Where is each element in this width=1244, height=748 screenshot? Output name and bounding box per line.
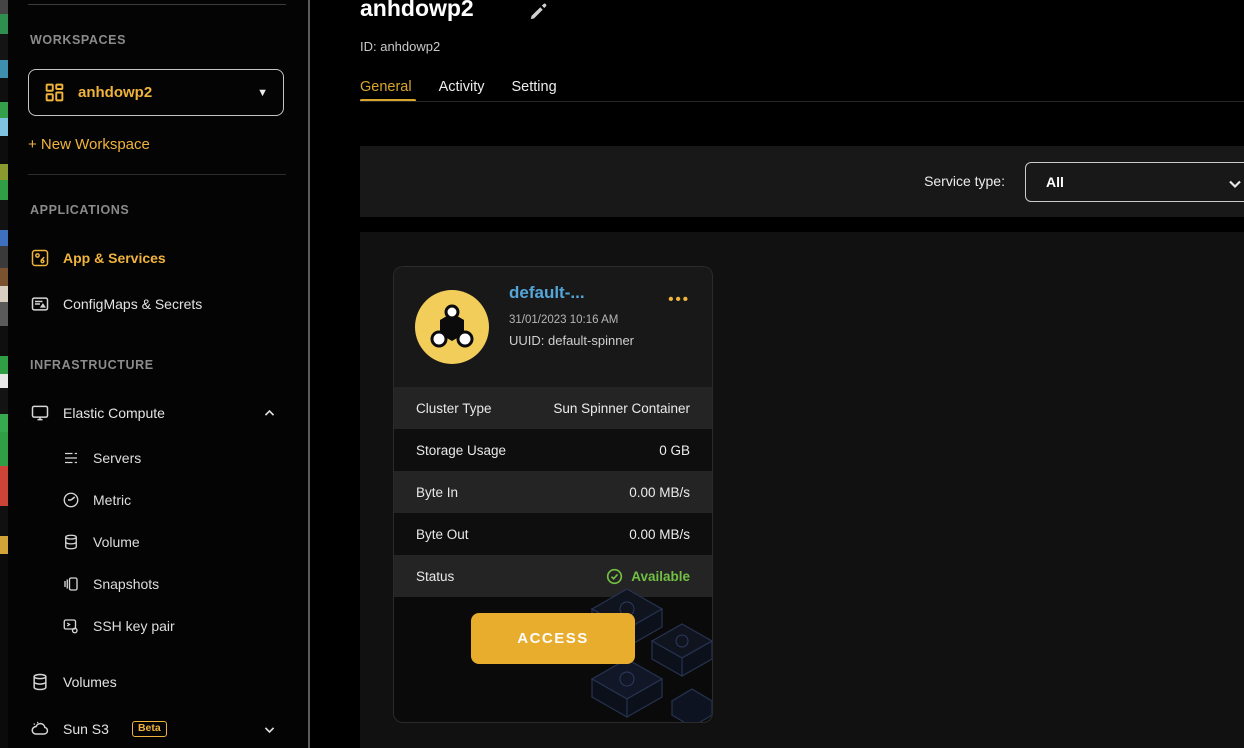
ssh-key-icon (63, 619, 78, 634)
sidebar-item-ssh-key-pair[interactable]: SSH key pair (62, 614, 288, 638)
row-value: 0 GB (659, 442, 690, 458)
edit-icon[interactable] (528, 1, 549, 22)
sidebar-item-label: Sun S3 (63, 721, 109, 737)
sidebar-item-label: App & Services (63, 250, 166, 266)
tab-activity[interactable]: Activity (439, 79, 485, 95)
row-label: Byte In (416, 484, 459, 500)
sidebar-divider (28, 174, 286, 175)
sidebar-item-volumes[interactable]: Volumes (30, 670, 288, 694)
sidebar-item-label: SSH key pair (93, 618, 175, 634)
sidebar-item-label: Snapshots (93, 576, 160, 592)
tab-bar-border (360, 101, 1244, 102)
service-name-link[interactable]: default-... (509, 283, 585, 303)
new-workspace-button[interactable]: + New Workspace (28, 136, 150, 153)
monitor-icon (31, 405, 49, 421)
row-label: Storage Usage (416, 442, 507, 458)
services-panel: default-... 31/01/2023 10:16 AM UUID: de… (360, 232, 1244, 748)
left-strip (0, 0, 8, 748)
sidebar-item-elastic-compute[interactable]: Elastic Compute (30, 401, 288, 425)
snapshots-icon (64, 577, 78, 591)
access-button[interactable]: ACCESS (471, 613, 635, 664)
workspace-name: anhdowp2 (78, 84, 153, 101)
table-row: Cluster Type Sun Spinner Container (394, 387, 712, 429)
workspace-id-label: ID: anhdowp2 (360, 39, 441, 54)
sidebar-item-volume[interactable]: Volume (62, 530, 288, 554)
chevron-down-icon (1229, 180, 1241, 189)
spinner-logo-icon (415, 290, 489, 364)
sidebar: WORKSPACES anhdowp2 ▼ + New Workspace AP… (8, 0, 310, 748)
card-footer: ACCESS (394, 588, 712, 722)
sidebar-item-label: Volumes (63, 674, 117, 690)
table-row: Storage Usage 0 GB (394, 429, 712, 471)
configmaps-icon (31, 297, 49, 311)
row-label: Cluster Type (416, 400, 492, 416)
caret-down-icon: ▼ (257, 86, 268, 99)
row-label: Byte Out (416, 526, 469, 542)
workspace-selector[interactable]: anhdowp2 ▼ (28, 69, 284, 116)
row-value: 0.00 MB/s (629, 484, 690, 500)
sidebar-top-divider (28, 4, 286, 5)
infrastructure-header: INFRASTRUCTURE (30, 358, 154, 372)
sidebar-item-sun-s3[interactable]: Sun S3 Beta (30, 717, 288, 741)
database-icon (33, 673, 47, 691)
sidebar-item-label: Metric (93, 492, 132, 508)
service-type-select[interactable]: All (1025, 162, 1244, 202)
tab-general[interactable]: General (360, 79, 412, 95)
card-header: default-... 31/01/2023 10:16 AM UUID: de… (394, 267, 712, 387)
page-title: anhdowp2 (360, 0, 474, 21)
table-row: Byte Out 0.00 MB/s (394, 513, 712, 555)
chevron-down-icon (264, 726, 275, 733)
sidebar-item-configmaps[interactable]: ConfigMaps & Secrets (30, 292, 288, 316)
service-created-date: 31/01/2023 10:16 AM (509, 314, 619, 326)
workspaces-header: WORKSPACES (30, 33, 127, 47)
app-window: WORKSPACES anhdowp2 ▼ + New Workspace AP… (0, 0, 1244, 748)
apps-icon (31, 249, 49, 267)
row-value: Sun Spinner Container (553, 400, 690, 416)
service-uuid: UUID: default-spinner (509, 333, 634, 348)
row-value: 0.00 MB/s (629, 526, 690, 542)
sidebar-item-metric[interactable]: Metric (62, 488, 288, 512)
tab-bar: General Activity Setting (360, 79, 557, 95)
sidebar-item-app-services[interactable]: App & Services (30, 246, 288, 270)
row-label: Status (416, 568, 455, 584)
sidebar-item-label: Servers (93, 450, 142, 466)
servers-icon (65, 452, 77, 464)
metric-icon (63, 492, 79, 508)
service-type-value: All (1046, 174, 1064, 190)
service-card: default-... 31/01/2023 10:16 AM UUID: de… (393, 266, 713, 723)
table-row: Byte In 0.00 MB/s (394, 471, 712, 513)
sidebar-item-label: Elastic Compute (63, 405, 165, 421)
filter-bar: Service type: All (360, 146, 1244, 217)
service-type-label: Service type: (924, 173, 1005, 189)
sidebar-item-snapshots[interactable]: Snapshots (62, 572, 288, 596)
sidebar-item-label: ConfigMaps & Secrets (63, 296, 203, 312)
beta-badge: Beta (131, 721, 167, 737)
volume-icon (65, 534, 77, 550)
chevron-up-icon (264, 409, 275, 416)
cloud-icon (31, 721, 49, 735)
sidebar-item-servers[interactable]: Servers (62, 446, 288, 470)
sidebar-item-label: Volume (93, 534, 140, 550)
more-menu-button[interactable]: ••• (668, 291, 690, 308)
workspace-grid-icon (45, 83, 64, 102)
tab-setting[interactable]: Setting (512, 79, 557, 95)
main-content: anhdowp2 ID: anhdowp2 General Activity S… (312, 0, 1244, 748)
applications-header: APPLICATIONS (30, 203, 130, 217)
